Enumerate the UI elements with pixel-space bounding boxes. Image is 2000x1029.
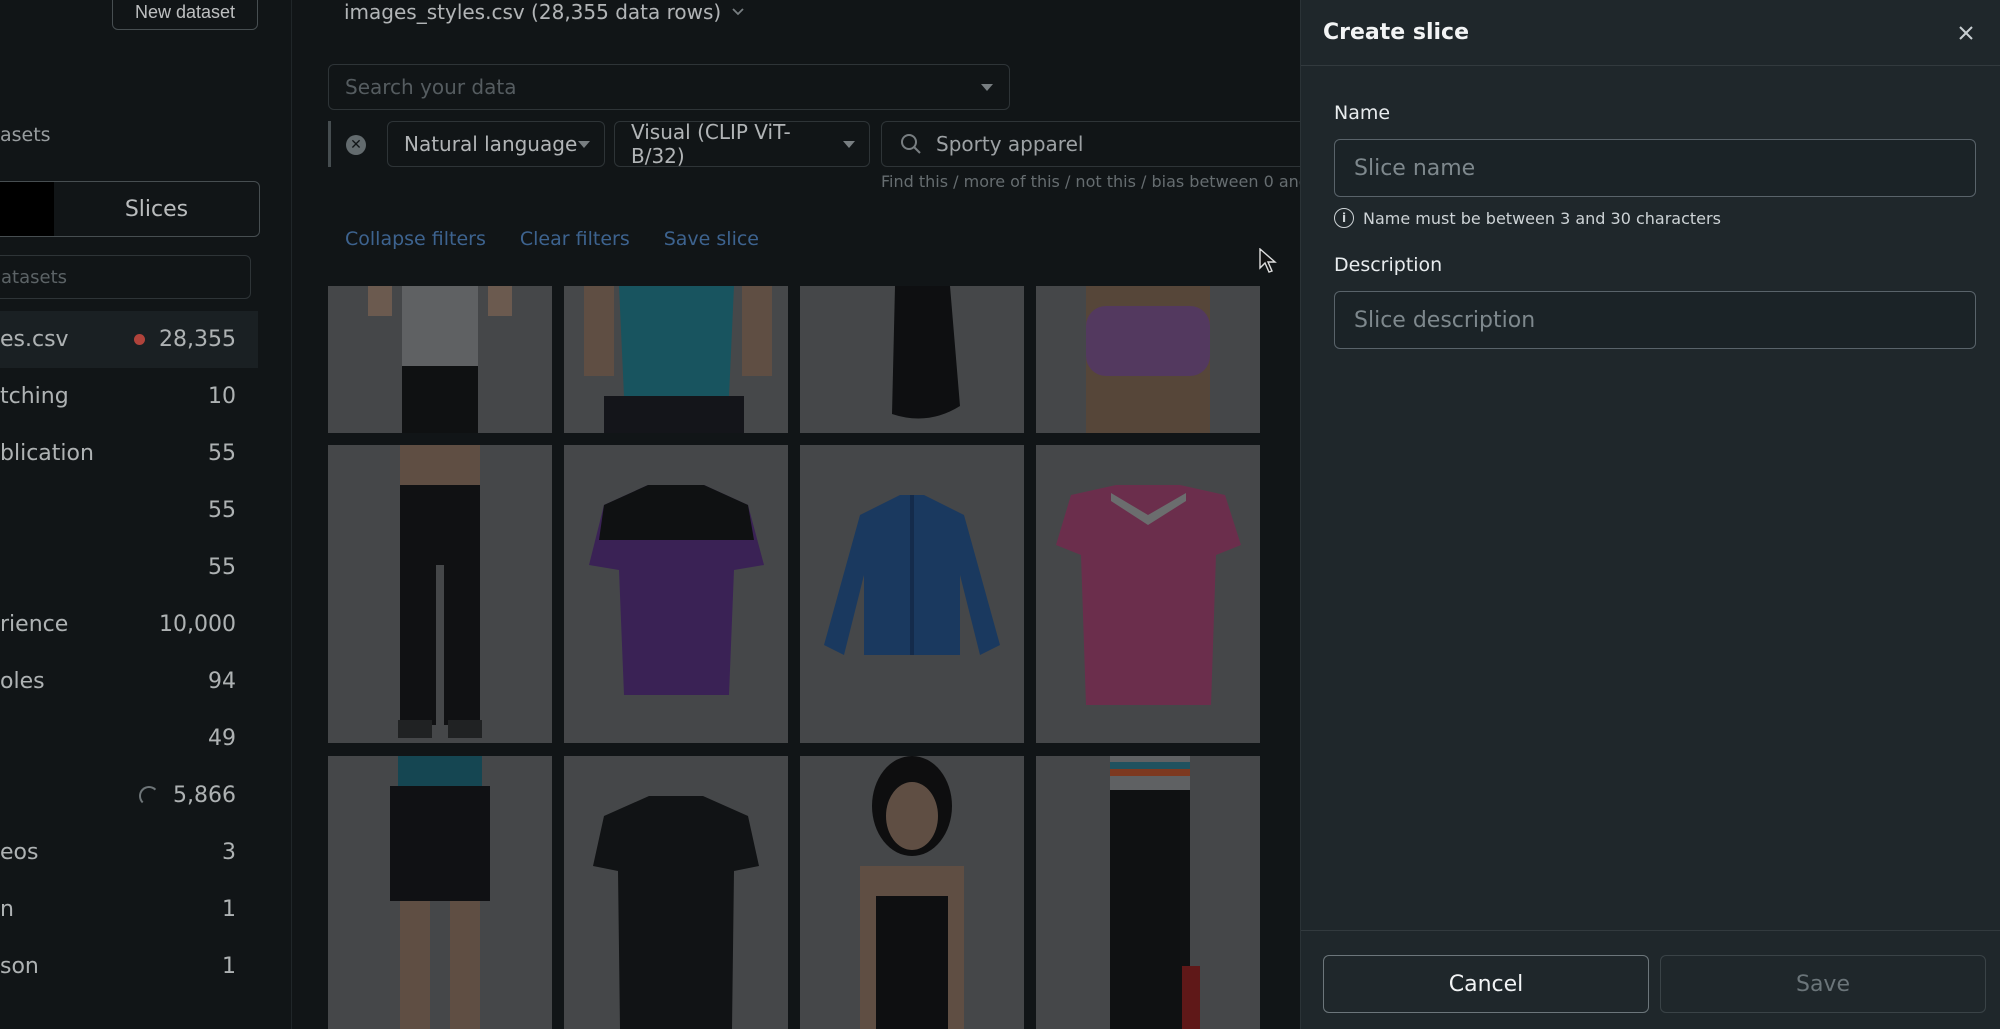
description-block: Description: [1334, 254, 1976, 349]
name-label: Name: [1334, 102, 1391, 124]
create-slice-form: Name i Name must be between 3 and 30 cha…: [1334, 102, 1976, 349]
create-slice-drawer: Create slice Name i Name must be between…: [1300, 0, 2000, 1029]
close-icon: [1959, 25, 1973, 40]
drawer-footer: Cancel Save: [1301, 930, 2000, 1029]
info-icon: i: [1334, 208, 1354, 228]
name-helper: i Name must be between 3 and 30 characte…: [1334, 208, 1976, 228]
slice-name-input[interactable]: [1334, 139, 1976, 197]
drawer-header: Create slice: [1301, 0, 2000, 66]
modal-overlay[interactable]: [0, 0, 1300, 1029]
cancel-button[interactable]: Cancel: [1323, 955, 1649, 1013]
close-button[interactable]: [1954, 21, 1978, 45]
save-button[interactable]: Save: [1660, 955, 1986, 1013]
mouse-cursor-icon: [1259, 248, 1277, 273]
slice-description-input[interactable]: [1334, 291, 1976, 349]
description-label: Description: [1334, 254, 1443, 276]
drawer-title: Create slice: [1323, 20, 1469, 45]
name-helper-text: Name must be between 3 and 30 characters: [1363, 208, 1721, 228]
app-background: New dataset asets Slices atasets es.csv …: [0, 0, 1300, 1029]
